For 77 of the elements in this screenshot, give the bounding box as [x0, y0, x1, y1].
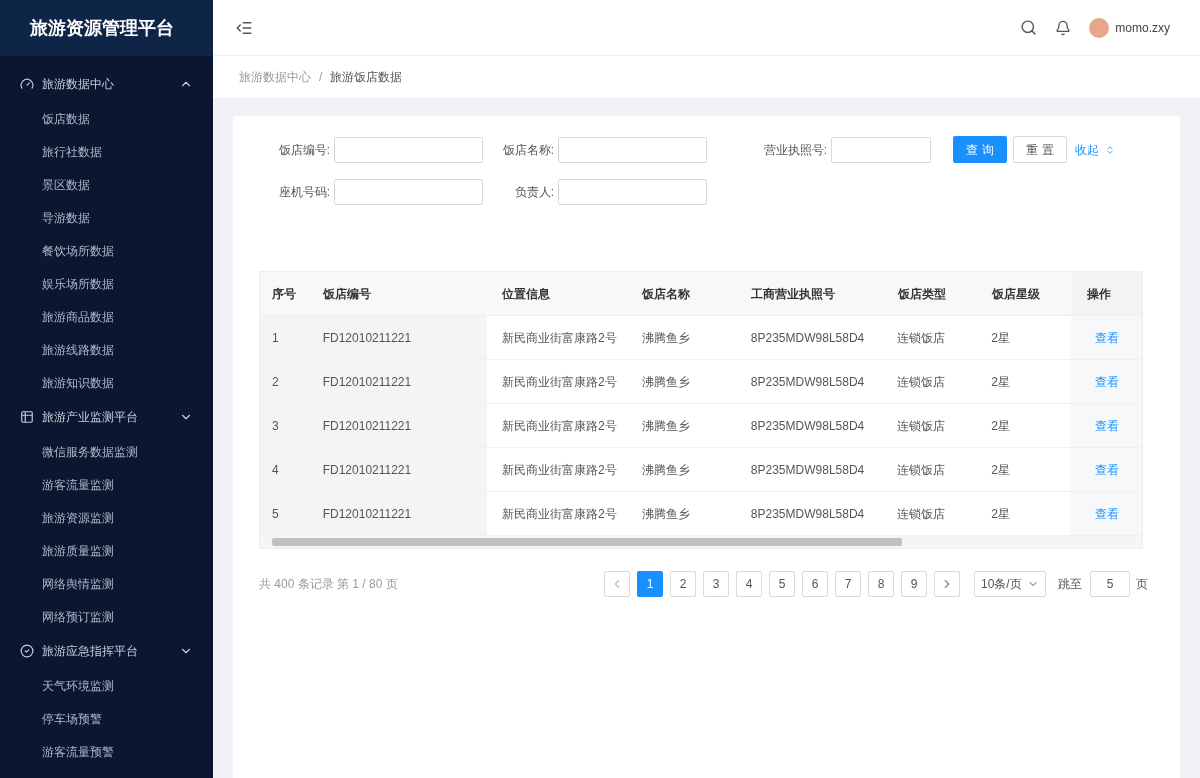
page-button[interactable]: 2: [670, 571, 696, 597]
menu-item[interactable]: 停车场预警: [0, 702, 213, 735]
search-icon[interactable]: [1020, 19, 1038, 36]
page-button[interactable]: 4: [736, 571, 762, 597]
menu-item[interactable]: 微信服务数据监测: [0, 435, 213, 468]
menu-item[interactable]: 天气环境监测: [0, 669, 213, 702]
check-circle-icon: [20, 644, 34, 658]
table-cell: FD12010211221: [307, 492, 488, 535]
menu-group[interactable]: 旅游数据中心: [0, 66, 213, 102]
text-field[interactable]: [558, 179, 707, 205]
previous-page-button[interactable]: [604, 571, 630, 597]
menu-group[interactable]: 旅游产业监测平台: [0, 399, 213, 435]
column-header: 饭店名称: [641, 285, 692, 303]
menu-item[interactable]: 旅行社数据: [0, 135, 213, 168]
table-cell: 4: [260, 448, 308, 491]
menu-item[interactable]: 娱乐场所数据: [0, 267, 213, 300]
menu-item[interactable]: 餐饮场所数据: [0, 234, 213, 267]
field-label: 饭店编号:: [278, 141, 330, 159]
gauge-icon: [20, 77, 34, 91]
field-label: 营业执照号:: [763, 141, 827, 159]
breadcrumb-separator: /: [319, 69, 323, 86]
app-title: 旅游资源管理平台: [0, 0, 213, 56]
field-label: 饭店名称:: [502, 141, 554, 159]
table-cell: FD12010211221: [307, 316, 488, 359]
page-button[interactable]: 5: [769, 571, 795, 597]
menu-item[interactable]: 饭店数据: [0, 102, 213, 135]
table-cell: FD12010211221: [307, 448, 488, 491]
page-button[interactable]: 8: [868, 571, 894, 597]
field-label: 负责人:: [514, 184, 554, 201]
page-button[interactable]: 3: [703, 571, 729, 597]
text-field[interactable]: [334, 179, 483, 205]
table-cell: 5: [260, 492, 308, 535]
table-cell: 3: [260, 404, 308, 447]
next-page-button[interactable]: [934, 571, 960, 597]
bell-icon[interactable]: [1055, 19, 1072, 36]
menu-item[interactable]: 旅游知识数据: [0, 366, 213, 399]
text-field[interactable]: [334, 136, 483, 163]
table-cell: 2: [260, 360, 308, 403]
column-header: 饭店编号: [321, 285, 372, 303]
menu-item[interactable]: 旅游线路数据: [0, 333, 213, 366]
breadcrumb-item: 旅游饭店数据: [330, 69, 403, 86]
collapse-icon[interactable]: [1105, 144, 1115, 155]
avatar[interactable]: [1089, 17, 1110, 38]
page-button[interactable]: 7: [835, 571, 861, 597]
menu-item[interactable]: 网络舆情监测: [0, 567, 213, 600]
user-name[interactable]: momo.zxy: [1115, 18, 1170, 37]
menu-item[interactable]: 网络预订监测: [0, 600, 213, 633]
field-label: 座机号码:: [278, 184, 330, 201]
menu-item[interactable]: 景区数据: [0, 168, 213, 201]
menu-item[interactable]: 旅游商品数据: [0, 300, 213, 333]
page-button[interactable]: 9: [901, 571, 927, 597]
jump-label: 跳至: [1058, 576, 1082, 593]
column-header: 工商营业执照号: [750, 285, 837, 303]
column-header: 位置信息: [501, 285, 552, 303]
table-cell: 1: [260, 316, 308, 359]
grid-icon: [20, 410, 34, 424]
menu-group[interactable]: 旅游应急指挥平台: [0, 633, 213, 669]
column-header: 序号: [271, 285, 297, 303]
reset-button[interactable]: 重 置: [1013, 136, 1067, 163]
table-cell: FD12010211221: [307, 360, 488, 403]
table-cell: FD12010211221: [307, 404, 488, 447]
menu-item[interactable]: 游客流量监测: [0, 468, 213, 501]
column-header: 饭店类型: [896, 285, 947, 303]
jump-field[interactable]: 5: [1090, 571, 1130, 597]
column-header: 操作: [1071, 272, 1143, 315]
menu-item[interactable]: 旅游资源监测: [0, 501, 213, 534]
page-unit: 页: [1136, 576, 1148, 593]
menu-item[interactable]: 游客流量预警: [0, 735, 213, 768]
horizontal-scrollbar[interactable]: [260, 536, 1142, 548]
menu-item[interactable]: 导游数据: [0, 201, 213, 234]
column-header: 饭店星级: [990, 285, 1041, 303]
text-field[interactable]: [831, 136, 931, 163]
page-size-select[interactable]: 10条/页: [974, 571, 1046, 597]
text-field[interactable]: [558, 136, 707, 163]
menu-item[interactable]: 旅游质量监测: [0, 534, 213, 567]
record-summary: 共 400 条记录 第 1 / 80 页: [259, 576, 399, 593]
page-button[interactable]: 6: [802, 571, 828, 597]
